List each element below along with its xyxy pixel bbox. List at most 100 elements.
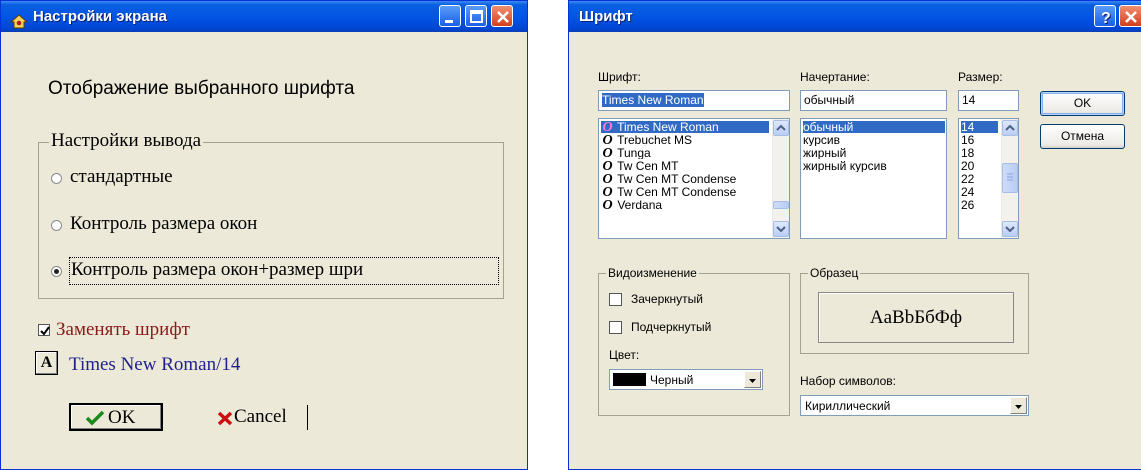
strikeout-label: Зачеркнутый bbox=[631, 292, 703, 306]
color-label: Цвет: bbox=[609, 348, 640, 362]
display-heading: Отображение выбранного шрифта bbox=[48, 78, 355, 99]
list-item[interactable]: 14 bbox=[961, 121, 998, 133]
list-item-label: Tw Cen MT Condense bbox=[617, 186, 737, 198]
chevron-up-icon bbox=[776, 124, 786, 131]
list-item-label: 22 bbox=[961, 173, 975, 185]
charset-label: Набор символов: bbox=[800, 374, 897, 388]
check-icon bbox=[85, 410, 105, 426]
list-item-label: жирный курсив bbox=[803, 160, 887, 172]
close-button[interactable] bbox=[1119, 5, 1141, 27]
scroll-thumb[interactable] bbox=[773, 201, 789, 209]
help-button[interactable]: ? bbox=[1094, 5, 1116, 27]
radio-dot[interactable] bbox=[51, 173, 62, 184]
checkmark-icon bbox=[40, 326, 50, 336]
minimize-button[interactable] bbox=[439, 5, 461, 27]
list-item[interactable]: 22 bbox=[961, 173, 998, 185]
close-button[interactable] bbox=[491, 5, 513, 27]
list-item[interactable]: O Tw Cen MT bbox=[601, 160, 769, 172]
font-icon: A bbox=[40, 354, 53, 371]
list-item[interactable]: 20 bbox=[961, 160, 998, 172]
font-name-input[interactable]: Times New Roman bbox=[598, 90, 790, 111]
list-item[interactable]: обычный bbox=[803, 121, 945, 133]
list-item[interactable]: 16 bbox=[961, 134, 998, 146]
font-list-scrollbar[interactable] bbox=[772, 119, 789, 238]
list-item[interactable]: O Tw Cen MT Condense bbox=[601, 173, 769, 185]
list-item[interactable]: жирный курсив bbox=[803, 160, 945, 172]
size-list-scrollbar[interactable] bbox=[1001, 119, 1018, 238]
title-bar[interactable]: Настройки экрана bbox=[1, 1, 527, 32]
window-title: Шрифт bbox=[579, 8, 633, 25]
charset-value: Кириллический bbox=[805, 399, 891, 413]
scroll-down-button[interactable] bbox=[773, 221, 789, 237]
list-item[interactable]: 18 bbox=[961, 147, 998, 159]
sample-preview: AaBbБбФф bbox=[818, 292, 1014, 343]
list-item[interactable]: O Trebuchet MS bbox=[601, 134, 769, 146]
list-item[interactable]: O Tunga bbox=[601, 147, 769, 159]
grip-icon bbox=[1007, 173, 1013, 181]
scroll-up-button[interactable] bbox=[773, 120, 789, 136]
scroll-thumb[interactable] bbox=[1002, 163, 1018, 193]
style-list[interactable]: жирный курсив жирный курсив обычный bbox=[800, 118, 947, 239]
checkbox-box[interactable] bbox=[38, 324, 50, 336]
opentype-font-icon: O bbox=[602, 186, 613, 198]
radio-standard-label: стандартные bbox=[70, 166, 173, 187]
list-item-label: 16 bbox=[961, 134, 975, 146]
radio-dot-selected[interactable] bbox=[51, 266, 62, 277]
style-input[interactable]: обычный bbox=[800, 90, 947, 111]
cancel-x-icon bbox=[217, 411, 233, 426]
title-bar[interactable]: Шрифт ? bbox=[569, 1, 1141, 32]
scroll-down-button[interactable] bbox=[1002, 221, 1018, 237]
window-title: Настройки экрана bbox=[33, 8, 168, 25]
list-item-label: Tunga bbox=[617, 147, 651, 159]
style-label: Начертание: bbox=[800, 70, 870, 84]
list-item-label: 20 bbox=[961, 160, 975, 172]
chevron-down-icon bbox=[1005, 226, 1015, 233]
checkbox-box[interactable] bbox=[609, 293, 622, 306]
list-item[interactable]: 26 bbox=[961, 199, 998, 211]
output-settings-legend: Настройки вывода bbox=[49, 130, 204, 152]
scroll-up-button[interactable] bbox=[1002, 120, 1018, 136]
cancel-button[interactable]: Отмена bbox=[1040, 124, 1125, 149]
list-item[interactable]: курсив bbox=[803, 134, 945, 146]
cancel-button[interactable]: Cancel bbox=[211, 403, 308, 431]
screen-settings-window: Настройки экрана Отображение выбранного … bbox=[0, 0, 528, 470]
color-dropdown-button[interactable] bbox=[744, 371, 761, 388]
list-item-label: Tw Cen MT bbox=[617, 160, 679, 172]
close-icon bbox=[1125, 11, 1137, 23]
sample-legend: Образец bbox=[808, 266, 861, 280]
list-item[interactable]: O Tw Cen MT Condense bbox=[601, 186, 769, 198]
close-icon bbox=[497, 11, 509, 23]
opentype-font-icon: O bbox=[602, 173, 613, 185]
color-select[interactable]: Черный bbox=[609, 369, 763, 390]
list-item-label: 14 bbox=[961, 121, 975, 133]
list-item-label: Verdana bbox=[617, 199, 663, 211]
radio-dot[interactable] bbox=[51, 220, 62, 231]
list-item[interactable]: O Verdana bbox=[601, 199, 769, 211]
list-item-label: 24 bbox=[961, 186, 975, 198]
cancel-button-label: Cancel bbox=[234, 406, 287, 427]
list-item[interactable]: жирный bbox=[803, 147, 945, 159]
chevron-down-icon bbox=[776, 226, 786, 233]
list-item[interactable]: O Times New Roman bbox=[601, 121, 769, 133]
font-label: Шрифт: bbox=[598, 70, 641, 84]
font-list[interactable]: O Verdana O Tw Cen MT Condense O Tw Cen MT… bbox=[598, 118, 790, 239]
list-item-label: Trebuchet MS bbox=[617, 134, 693, 146]
charset-select[interactable]: Кириллический bbox=[800, 395, 1029, 416]
help-icon: ? bbox=[1101, 10, 1111, 27]
chevron-down-icon bbox=[749, 379, 756, 383]
list-item-label: обычный bbox=[803, 121, 854, 133]
list-item-label: жирный bbox=[803, 147, 847, 159]
chevron-down-icon bbox=[1015, 405, 1022, 409]
size-list[interactable]: 26 24 22 20 18 16 14 bbox=[958, 118, 1019, 239]
choose-font-button[interactable]: A bbox=[35, 351, 58, 375]
settings-app-icon bbox=[9, 9, 29, 40]
maximize-icon bbox=[470, 10, 483, 23]
ok-button[interactable]: OK bbox=[69, 403, 163, 431]
list-item-label: курсив bbox=[803, 134, 841, 146]
charset-dropdown-button[interactable] bbox=[1010, 397, 1027, 414]
maximize-button[interactable] bbox=[465, 5, 487, 27]
ok-button[interactable]: OK bbox=[1040, 91, 1125, 116]
list-item[interactable]: 24 bbox=[961, 186, 998, 198]
size-input[interactable]: 14 bbox=[958, 90, 1019, 111]
checkbox-box[interactable] bbox=[609, 321, 622, 334]
